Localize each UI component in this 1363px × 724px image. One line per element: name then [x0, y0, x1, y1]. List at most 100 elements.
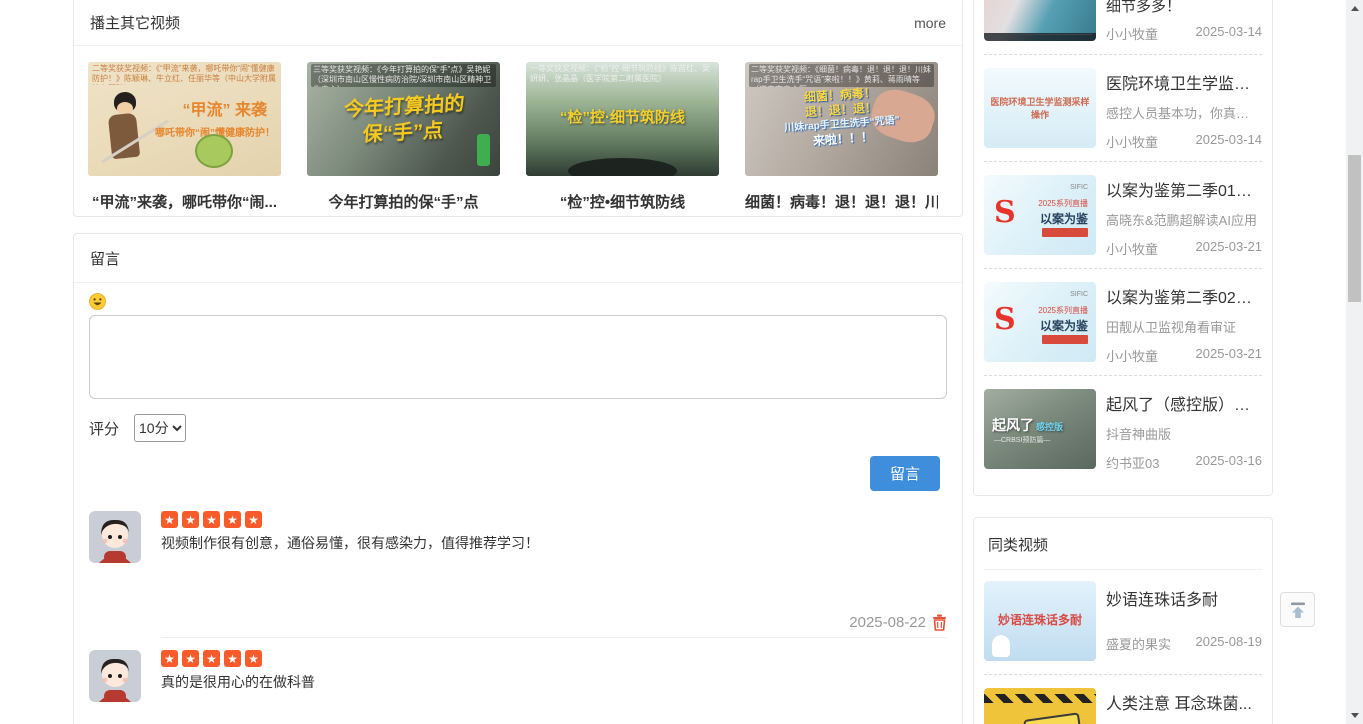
- back-to-top-button[interactable]: [1280, 592, 1315, 627]
- comment-text: 视频制作很有创意，通俗易懂，很有感染力，值得推荐学习！: [161, 534, 947, 552]
- video-author[interactable]: 约书亚03: [1106, 453, 1159, 472]
- video-thumbnail[interactable]: 二等奖获奖视频：《细菌！病毒！退！退！退！川妹rap手卫生洗手“咒语”来啦！！》…: [745, 62, 938, 176]
- video-thumbnail[interactable]: S SIFIC 2025系列直播 以案为鉴: [984, 175, 1096, 255]
- comment-footer: 2025-08-22: [161, 614, 947, 631]
- virus-cartoon: [195, 134, 233, 168]
- list-divider: [984, 161, 1262, 162]
- list-divider: [984, 375, 1262, 376]
- video-item[interactable]: 二等奖获奖视频：《细菌！病毒！退！退！退！川妹rap手卫生洗手“咒语”来啦！！》…: [745, 62, 938, 212]
- video-title[interactable]: 以案为鉴第二季02：...: [1106, 284, 1262, 308]
- video-thumbnail[interactable]: 妙语连珠话多耐: [984, 581, 1096, 661]
- thumb-text: 以案为鉴: [1040, 317, 1088, 334]
- video-thumbnail[interactable]: 一等奖获奖视频：《“检”控·细节筑防线》陈苗红、吴妍妍、张晶晶（医学院第二附属医…: [526, 62, 719, 176]
- video-info: 以案为鉴第二季01：... 高晓东&范鹏超解读AI应用 小小牧童 2025-03…: [1106, 175, 1262, 255]
- video-thumbnail[interactable]: 二等奖获奖视频：《“甲流”来袭，哪吒带你“闹”懂健康防护！》陈颖琳、牛立红、任丽…: [88, 62, 281, 176]
- star-rating: ★ ★ ★ ★ ★: [161, 511, 947, 528]
- star-icon: ★: [224, 511, 241, 528]
- avatar: [89, 650, 141, 702]
- video-title[interactable]: 起风了（感控版）—...: [1106, 391, 1262, 415]
- video-subtitle: 田靓从卫监视角看审证: [1106, 317, 1262, 336]
- video-info: 医院环境卫生学监测... 感控人员基本功，你真的会采 小小牧童 2025-03-…: [1106, 68, 1262, 148]
- scrollbar[interactable]: [1346, 0, 1363, 724]
- video-info: 起风了（感控版）—... 抖音神曲版 约书亚03 2025-03-16: [1106, 389, 1262, 469]
- video-title[interactable]: 医院环境卫生学监测...: [1106, 70, 1262, 94]
- video-meta: 小小牧童 2025-03-21: [1106, 346, 1262, 365]
- sidebar-video-item[interactable]: S SIFIC 2025系列直播 以案为鉴 以案为鉴第二季01：... 高晓东&…: [984, 175, 1262, 255]
- soap-bottle: [477, 134, 490, 166]
- thumb-text-small: —CRBSI预防篇—: [994, 435, 1050, 445]
- comment-text: 真的是很用心的在做科普: [161, 673, 947, 691]
- sidebar-video-item[interactable]: S SIFIC 2025系列直播 以案为鉴 以案为鉴第二季02：... 田靓从卫…: [984, 282, 1262, 362]
- rating-row: 评分 10分: [89, 414, 947, 442]
- video-title[interactable]: 妙语连珠话多耐: [1106, 586, 1262, 610]
- other-videos-card: 播主其它视频 more 二等奖获奖视频：《“甲流”来袭，哪吒带你“闹”懂健康防护…: [73, 0, 963, 217]
- section-title: 留言: [90, 251, 120, 268]
- video-item[interactable]: 三等奖获奖视频：《今年打算拍的保“手”点》吴艳妮（深圳市南山区慢性病防治院/深圳…: [307, 62, 500, 212]
- sidebar-video-item[interactable]: 起风了感控版 —CRBSI预防篇— 起风了（感控版）—... 抖音神曲版 约书亚…: [984, 389, 1262, 469]
- video-thumbnail[interactable]: 医院环境卫生学监测采样操作: [984, 68, 1096, 148]
- rating-select[interactable]: 10分: [134, 414, 186, 442]
- comment-body: ★ ★ ★ ★ ★ 视频制作很有创意，通俗易懂，很有感染力，值得推荐学习！ 20…: [161, 511, 947, 638]
- thumb-headline: “检”控·细节筑防线: [526, 106, 719, 127]
- video-info: 细节多多！ 小小牧童 2025-03-14: [1106, 0, 1262, 41]
- sidebar-video-item[interactable]: 妙语连珠话多耐 妙语连珠话多耐 盛夏的果实 2025-08-19: [984, 581, 1262, 661]
- video-title[interactable]: 以案为鉴第二季01：...: [1106, 177, 1262, 201]
- submit-row: 留言: [89, 456, 947, 491]
- video-item[interactable]: 二等奖获奖视频：《“甲流”来袭，哪吒带你“闹”懂健康防护！》陈颖琳、牛立红、任丽…: [88, 62, 281, 212]
- video-thumbnail[interactable]: [984, 688, 1096, 724]
- video-date: 2025-08-19: [1196, 634, 1263, 653]
- video-subtitle: 抖音神曲版: [1106, 424, 1262, 443]
- video-author[interactable]: 小小牧童: [1106, 24, 1158, 43]
- video-title[interactable]: “检”控•细节筑防线: [526, 191, 719, 212]
- scrollbar-up-arrow[interactable]: [1346, 0, 1363, 17]
- rating-label: 评分: [89, 418, 119, 439]
- comment-textarea[interactable]: [89, 315, 947, 399]
- video-thumbnail[interactable]: 起风了感控版 —CRBSI预防篇—: [984, 389, 1096, 469]
- list-divider: [984, 54, 1262, 55]
- video-title[interactable]: 人类注意 耳念珠菌...: [1106, 690, 1262, 714]
- video-date: 2025-03-14: [1196, 24, 1263, 43]
- scrollbar-thumb[interactable]: [1348, 155, 1361, 302]
- sidebar-video-item[interactable]: 医院环境卫生学监测采样操作 医院环境卫生学监测... 感控人员基本功，你真的会采…: [984, 68, 1262, 148]
- thumb-text: 起风了感控版: [992, 415, 1063, 435]
- video-title[interactable]: 细节多多！: [1106, 0, 1262, 16]
- video-author[interactable]: 盛夏的果实: [1106, 634, 1171, 653]
- video-meta: 小小牧童 2025-03-21: [1106, 239, 1262, 258]
- video-date: 2025-03-21: [1196, 346, 1263, 365]
- more-link[interactable]: more: [914, 15, 946, 31]
- submit-comment-button[interactable]: 留言: [870, 456, 940, 491]
- video-thumbnail[interactable]: 三等奖获奖视频：《今年打算拍的保“手”点》吴艳妮（深圳市南山区慢性病防治院/深圳…: [307, 62, 500, 176]
- sific-logo: SIFIC: [1070, 184, 1088, 191]
- video-title[interactable]: “甲流”来袭，哪吒带你“闹...: [88, 191, 281, 212]
- star-icon: ★: [245, 511, 262, 528]
- video-author[interactable]: 小小牧童: [1106, 132, 1158, 151]
- video-author[interactable]: 小小牧童: [1106, 239, 1158, 258]
- thumb-letter: S: [994, 302, 1016, 337]
- scrollbar-down-arrow[interactable]: [1346, 707, 1363, 724]
- emoji-picker-icon[interactable]: [89, 293, 106, 310]
- warning-sign: [1023, 712, 1085, 724]
- sidebar-video-item[interactable]: 人类注意 耳念珠菌...: [984, 688, 1262, 724]
- thumb-letter: S: [994, 195, 1016, 230]
- thumb-text: 以案为鉴: [1040, 210, 1088, 227]
- videos-row: 二等奖获奖视频：《“甲流”来袭，哪吒带你“闹”懂健康防护！》陈颖琳、牛立红、任丽…: [74, 46, 962, 212]
- video-title[interactable]: 细菌！病毒！退！退！退！川...: [745, 191, 938, 212]
- thumb-headline: 细菌！病毒！ 退！退！退！ 川妹rap手卫生洗手“咒语” 来啦！！！: [749, 82, 934, 153]
- delete-comment-icon[interactable]: [932, 614, 947, 631]
- video-item[interactable]: 一等奖获奖视频：《“检”控·细节筑防线》陈苗红、吴妍妍、张晶晶（医学院第二附属医…: [526, 62, 719, 212]
- comment-item: ★ ★ ★ ★ ★ 真的是很用心的在做科普: [74, 650, 962, 702]
- sidebar-video-item[interactable]: 细节多多！ 小小牧童 2025-03-14: [984, 0, 1262, 41]
- video-author[interactable]: 小小牧童: [1106, 346, 1158, 365]
- star-icon: ★: [203, 511, 220, 528]
- comment-body: ★ ★ ★ ★ ★ 真的是很用心的在做科普: [161, 650, 947, 702]
- list-divider: [984, 268, 1262, 269]
- star-rating: ★ ★ ★ ★ ★: [161, 650, 947, 667]
- video-thumbnail[interactable]: [984, 0, 1096, 41]
- video-date: 2025-03-16: [1196, 453, 1263, 472]
- video-thumbnail[interactable]: S SIFIC 2025系列直播 以案为鉴: [984, 282, 1096, 362]
- page: 播主其它视频 more 二等奖获奖视频：《“甲流”来袭，哪吒带你“闹”懂健康防护…: [0, 0, 1363, 724]
- list-divider: [984, 674, 1262, 675]
- video-title[interactable]: 今年打算拍的保“手”点: [307, 191, 500, 212]
- episode-badge: [1042, 228, 1088, 237]
- arrow-up-icon: [1289, 601, 1307, 619]
